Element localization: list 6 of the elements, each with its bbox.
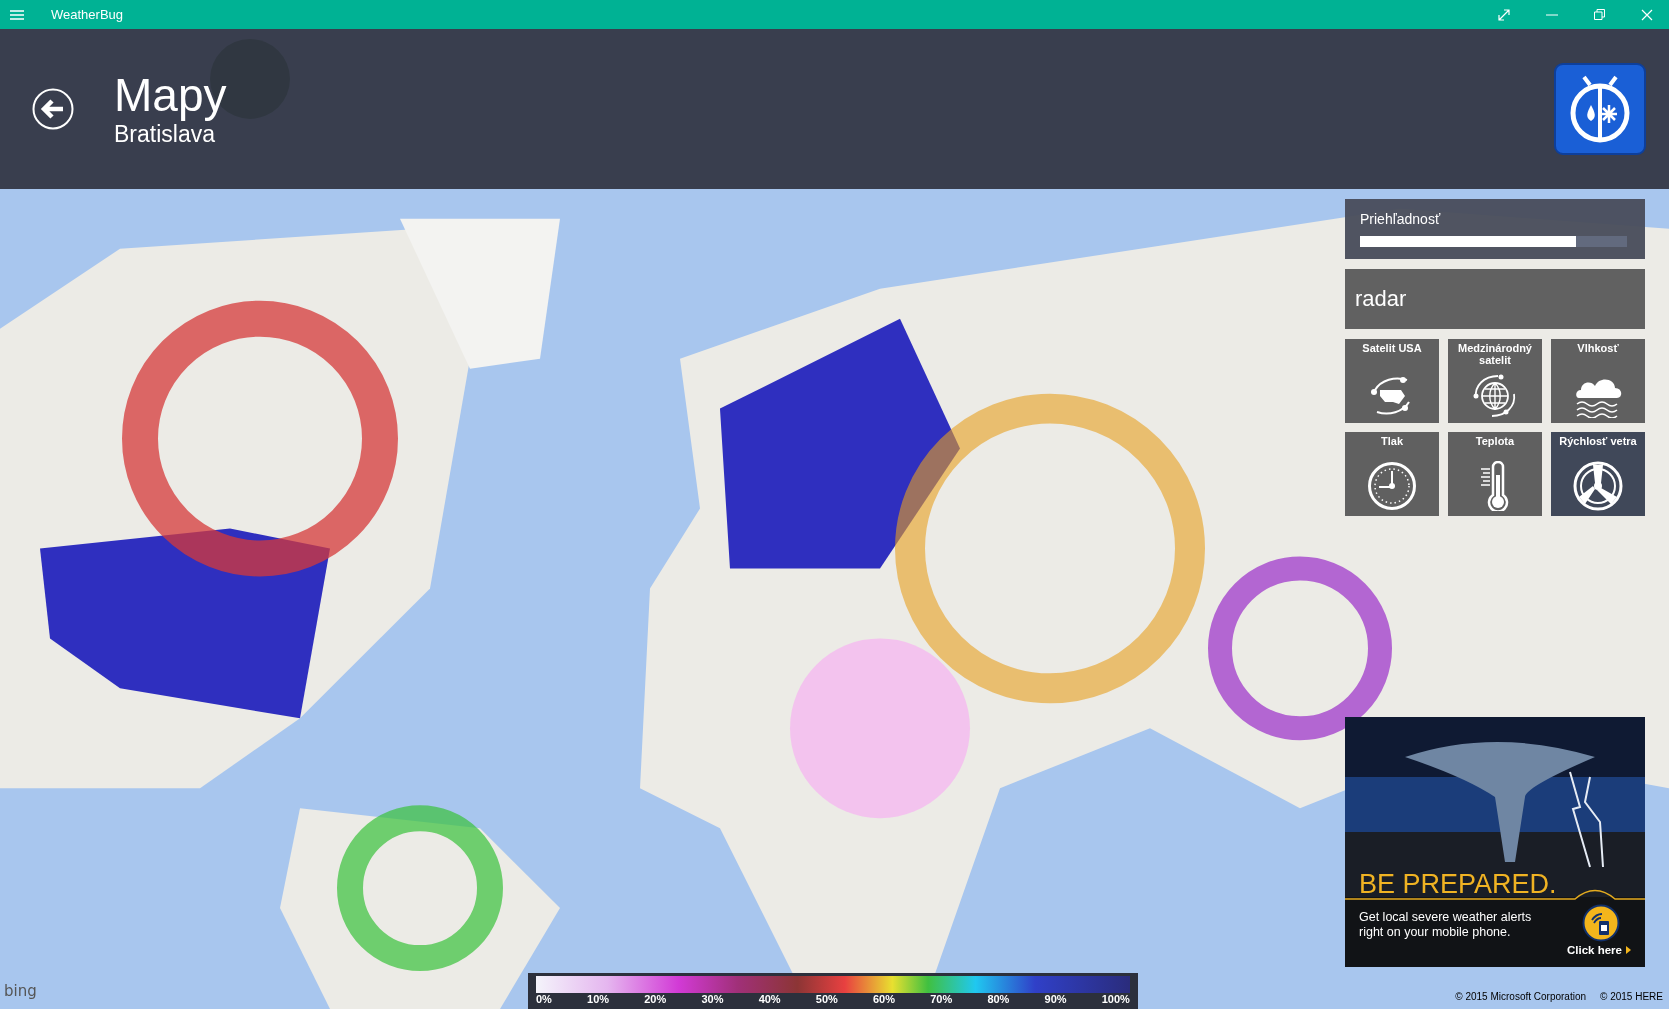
window-title: WeatherBug xyxy=(51,7,124,22)
close-icon[interactable] xyxy=(1641,8,1653,21)
restore-icon[interactable] xyxy=(1594,9,1605,20)
minimize-icon[interactable] xyxy=(1546,13,1558,16)
menu-icon[interactable] xyxy=(10,9,24,20)
fullscreen-icon[interactable] xyxy=(1498,8,1510,21)
